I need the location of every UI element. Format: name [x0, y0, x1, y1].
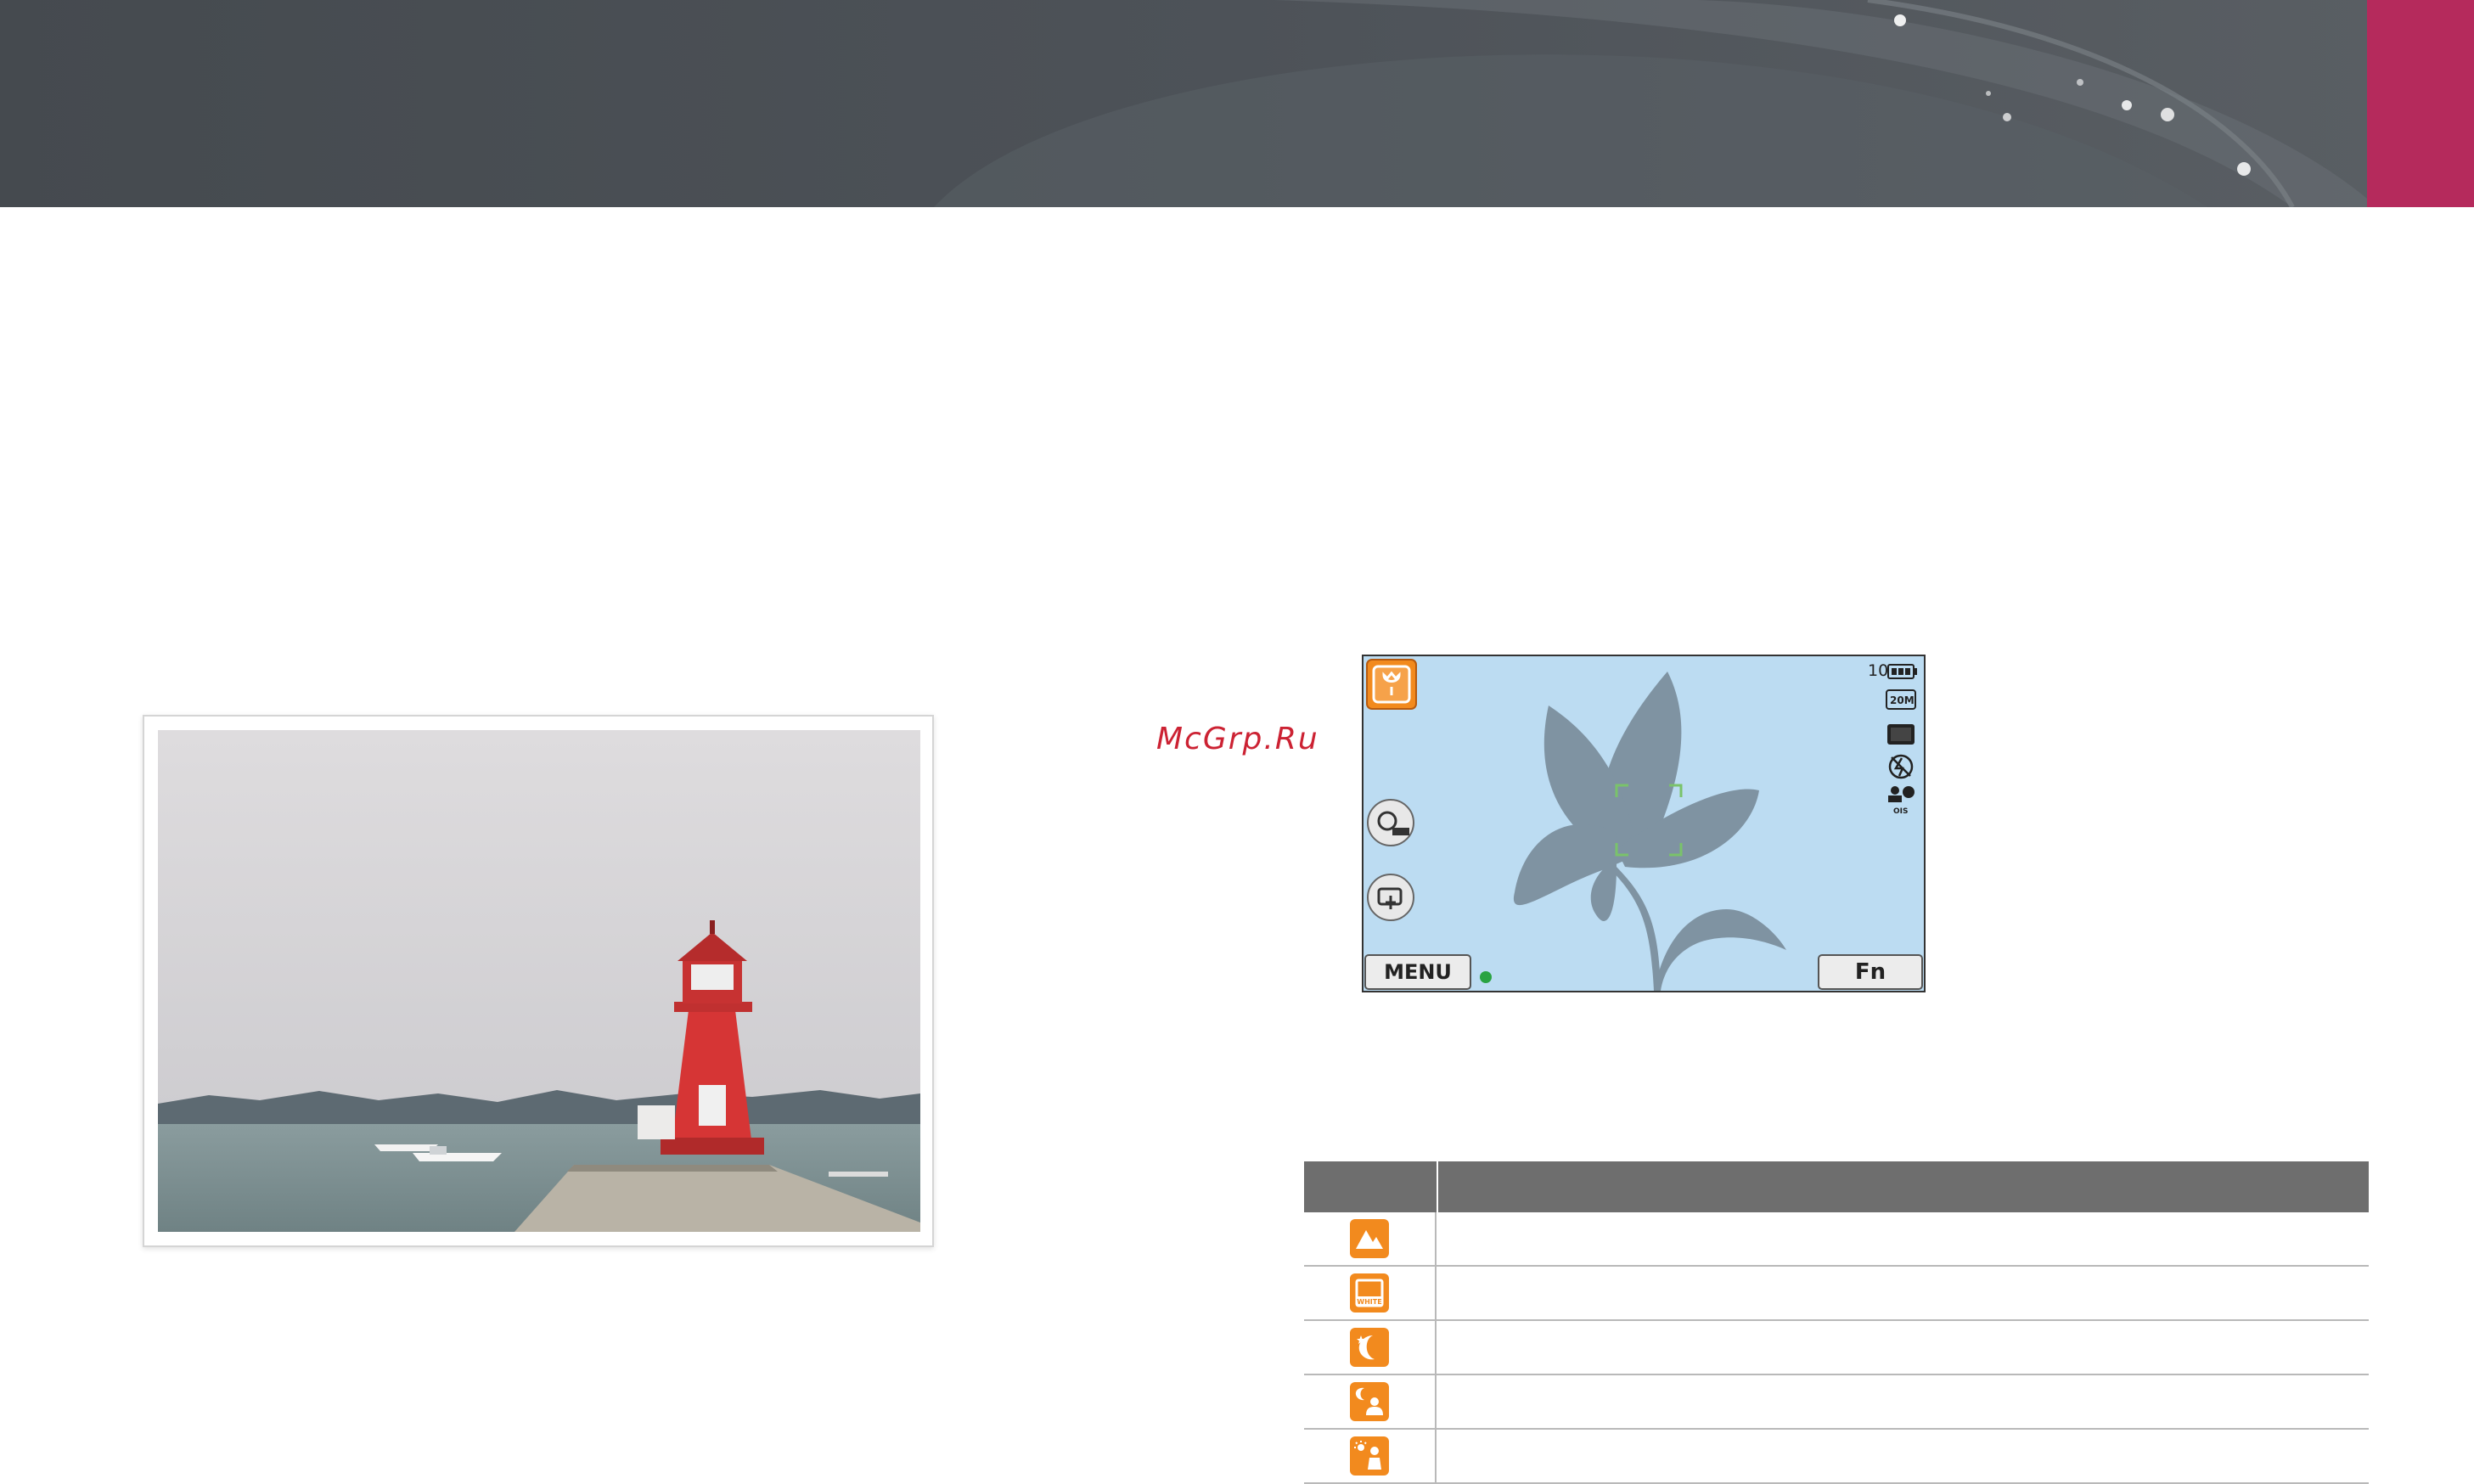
header-description-column	[1438, 1161, 2369, 1212]
sparkle-icon	[2003, 113, 2011, 121]
header-banner	[0, 0, 2474, 207]
sparkle-icon	[2077, 79, 2083, 86]
camera-screen: 10 20M OIS MENU Fn	[1362, 655, 1926, 992]
landscape-icon	[1350, 1219, 1389, 1258]
sparkle-icon	[1894, 14, 1906, 26]
chapter-tab	[2367, 0, 2474, 207]
svg-text:WHITE: WHITE	[1357, 1298, 1381, 1306]
svg-text:OIS: OIS	[1893, 807, 1908, 816]
svg-text:20M: 20M	[1890, 694, 1915, 706]
night-portrait-icon	[1350, 1382, 1389, 1421]
night-icon	[1350, 1328, 1389, 1367]
white-scene-icon: WHITE	[1350, 1273, 1389, 1313]
menu-button[interactable]: MENU	[1364, 954, 1471, 990]
table-row	[1304, 1321, 2369, 1375]
table-header	[1304, 1161, 2369, 1212]
header-icon-column	[1304, 1161, 1438, 1212]
banner-graphic	[0, 0, 2474, 207]
lighthouse-image	[158, 730, 920, 1232]
sparkle-icon	[1986, 91, 1991, 96]
status-indicator	[1480, 971, 1492, 983]
quality-icon	[1887, 724, 1915, 745]
backlit-portrait-icon	[1350, 1436, 1389, 1476]
menu-label: MENU	[1384, 960, 1452, 984]
table-row	[1304, 1212, 2369, 1267]
sparkle-icon	[2122, 100, 2132, 110]
touch-shot-icon[interactable]	[1367, 874, 1414, 921]
shots-remaining: 10	[1868, 661, 1888, 680]
table-row: WHITE	[1304, 1267, 2369, 1321]
table-row	[1304, 1375, 2369, 1430]
macro-mode-icon[interactable]	[1366, 659, 1417, 710]
table-row	[1304, 1430, 2369, 1484]
watermark: McGrp.Ru	[1156, 722, 1319, 756]
sparkle-icon	[2161, 108, 2174, 121]
lighthouse-photo	[143, 715, 934, 1247]
fn-label: Fn	[1855, 959, 1886, 985]
scene-table: WHITE	[1304, 1161, 2369, 1484]
sparkle-icon	[2237, 162, 2251, 176]
camera-screen-graphic: 10 20M OIS MENU Fn	[1362, 655, 1926, 992]
fn-button[interactable]: Fn	[1818, 954, 1923, 990]
smart-filter-off-icon[interactable]	[1367, 799, 1414, 846]
